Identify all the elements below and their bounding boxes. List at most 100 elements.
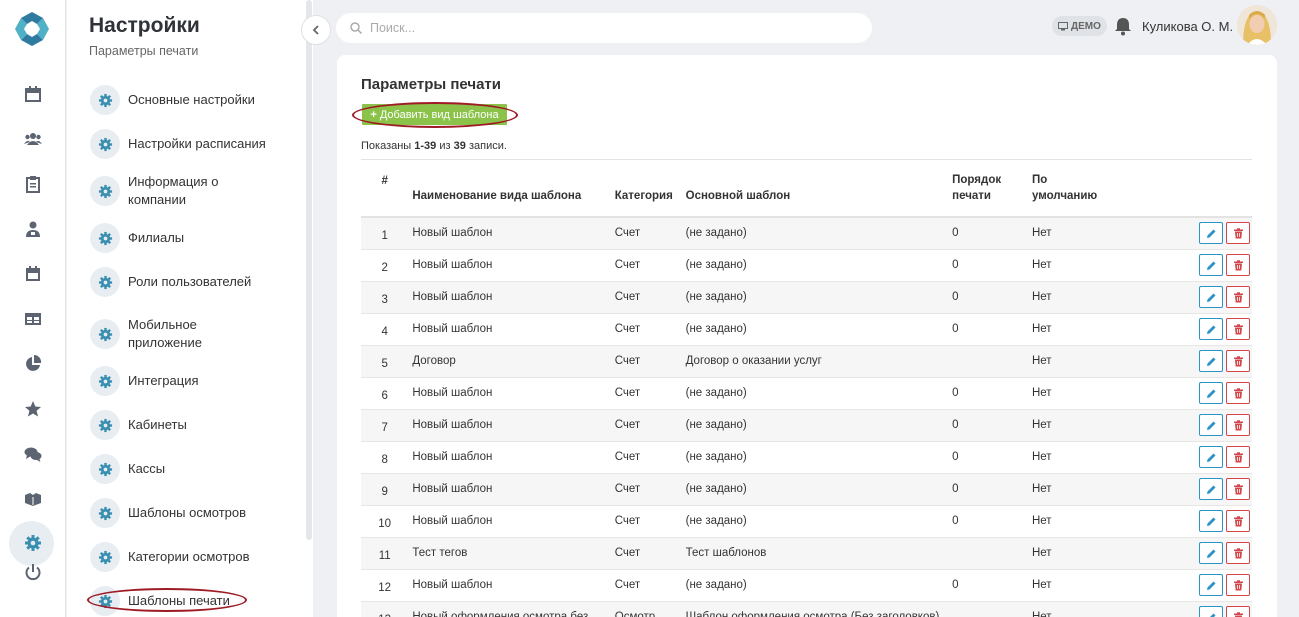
delete-button[interactable] (1226, 350, 1250, 372)
sidebar-item-print-templates[interactable]: Шаблоны печати (90, 586, 290, 616)
add-template-type-button[interactable]: + Добавить вид шаблона (362, 104, 507, 125)
edit-button[interactable] (1199, 478, 1223, 500)
sidebar-item-company-info[interactable]: Информация о компании (90, 173, 290, 209)
pencil-icon (1206, 548, 1217, 559)
cell-name: Новый шаблон (412, 579, 493, 591)
edit-button[interactable] (1199, 254, 1223, 276)
doctor-icon[interactable] (0, 211, 66, 247)
table-icon[interactable] (0, 301, 66, 337)
delete-button[interactable] (1226, 446, 1250, 468)
sidebar-item-user-roles[interactable]: Роли пользователей (90, 267, 290, 297)
pie-chart-icon[interactable] (0, 346, 66, 382)
power-icon[interactable] (0, 554, 66, 590)
bell-icon[interactable] (1114, 16, 1132, 36)
table-row[interactable]: 9 Новый шаблон Счет (не задано) 0 Нет (361, 473, 1252, 505)
table-row[interactable]: 1 Новый шаблон Счет (не задано) 0 Нет (361, 217, 1252, 249)
chat-icon[interactable] (0, 436, 66, 472)
table-row[interactable]: 13 Новый оформления осмотра без Осмотр Шабл… (361, 601, 1252, 617)
cell-order (948, 537, 1028, 569)
summary-total: 39 (453, 140, 466, 152)
delete-button[interactable] (1226, 414, 1250, 436)
edit-button[interactable] (1199, 542, 1223, 564)
delete-button[interactable] (1226, 318, 1250, 340)
clipboard-icon[interactable] (0, 166, 66, 202)
user-name[interactable]: Куликова О. М. (1142, 19, 1233, 34)
sidebar-item-main-settings[interactable]: Основные настройки (90, 85, 290, 115)
edit-button[interactable] (1199, 606, 1223, 617)
collapse-sidebar-button[interactable] (301, 15, 331, 45)
cell-template: (не задано) (685, 291, 747, 303)
sidebar-item-integration[interactable]: Интеграция (90, 366, 290, 396)
delete-button[interactable] (1226, 286, 1250, 308)
edit-button[interactable] (1199, 446, 1223, 468)
col-default-header[interactable]: По умолчанию (1027, 169, 1138, 218)
sidebar-item-schedule-settings[interactable]: Настройки расписания (90, 129, 290, 159)
row-actions (1137, 217, 1252, 249)
edit-button[interactable] (1199, 318, 1223, 340)
edit-button[interactable] (1199, 574, 1223, 596)
cell-num: 11 (378, 550, 391, 562)
edit-button[interactable] (1199, 286, 1223, 308)
row-actions (1137, 249, 1252, 281)
sidebar-item-branches[interactable]: Филиалы (90, 223, 290, 253)
pencil-icon (1206, 452, 1217, 463)
table-row[interactable]: 4 Новый шаблон Счет (не задано) 0 Нет (361, 313, 1252, 345)
app-logo[interactable] (13, 10, 51, 48)
gear-icon (90, 586, 120, 616)
table-row[interactable]: 6 Новый шаблон Счет (не задано) 0 Нет (361, 377, 1252, 409)
delete-button[interactable] (1226, 510, 1250, 532)
cell-category: Счет (614, 291, 641, 303)
sidebar-item-mobile-app[interactable]: Мобильное приложение (90, 316, 290, 352)
sidebar-item-cash-registers[interactable]: Кассы (90, 454, 290, 484)
table-row[interactable]: 7 Новый шаблон Счет (не задано) 0 Нет (361, 409, 1252, 441)
cell-template: (не задано) (685, 259, 747, 271)
col-order-header[interactable]: Порядок печати (948, 169, 1028, 218)
delete-button[interactable] (1226, 478, 1250, 500)
edit-button[interactable] (1199, 382, 1223, 404)
cell-category: Счет (614, 259, 641, 271)
delete-button[interactable] (1226, 542, 1250, 564)
trash-icon (1233, 579, 1244, 591)
table-row[interactable]: 8 Новый шаблон Счет (не задано) 0 Нет (361, 441, 1252, 473)
delete-button[interactable] (1226, 574, 1250, 596)
table-row[interactable]: 5 Договор Счет Договор о оказании услуг Нет (361, 345, 1252, 377)
sidebar-item-exam-categories[interactable]: Категории осмотров (90, 542, 290, 572)
delete-button[interactable] (1226, 222, 1250, 245)
sidebar-item-exam-templates[interactable]: Шаблоны осмотров (90, 498, 290, 528)
cell-default: Нет (1031, 259, 1052, 271)
calendar-icon[interactable] (0, 76, 66, 112)
table-row[interactable]: 2 Новый шаблон Счет (не задано) 0 Нет (361, 249, 1252, 281)
delete-button[interactable] (1226, 606, 1250, 617)
edit-button[interactable] (1199, 222, 1223, 245)
table-row[interactable]: 12 Новый шаблон Счет (не задано) 0 Нет (361, 569, 1252, 601)
table-row[interactable]: 10 Новый шаблон Счет (не задано) 0 Нет (361, 505, 1252, 537)
users-icon[interactable] (0, 121, 66, 157)
sidebar-scrollbar[interactable] (306, 0, 312, 540)
summary-range: 1-39 (414, 140, 437, 152)
boxes-icon[interactable] (0, 481, 66, 517)
edit-button[interactable] (1199, 350, 1223, 372)
edit-button[interactable] (1199, 510, 1223, 532)
edit-button[interactable] (1199, 414, 1223, 436)
cell-template: (не задано) (685, 419, 747, 431)
col-name-header[interactable]: Наименование вида шаблона (408, 169, 611, 218)
col-num-header[interactable]: # (361, 169, 409, 218)
cell-template: (не задано) (685, 323, 747, 335)
delete-button[interactable] (1226, 254, 1250, 276)
sidebar-item-cabinets[interactable]: Кабинеты (90, 410, 290, 440)
cell-name: Новый шаблон (412, 227, 493, 240)
delete-button[interactable] (1226, 382, 1250, 404)
star-icon[interactable] (0, 391, 66, 427)
col-template-header[interactable]: Основной шаблон (681, 169, 949, 218)
avatar[interactable] (1237, 5, 1277, 45)
search-box[interactable] (336, 13, 872, 43)
table-row[interactable]: 11 Тест тегов Счет Тест шаблонов Нет (361, 537, 1252, 569)
cell-template: Договор о оказании услуг (685, 355, 822, 367)
schedule-icon[interactable] (0, 256, 66, 292)
summary-suffix: записи. (468, 140, 507, 152)
table-row[interactable]: 3 Новый шаблон Счет (не задано) 0 Нет (361, 281, 1252, 313)
cell-num: 2 (381, 262, 388, 274)
trash-icon (1233, 291, 1244, 303)
col-category-header[interactable]: Категория (610, 169, 682, 218)
search-input[interactable] (370, 21, 850, 35)
